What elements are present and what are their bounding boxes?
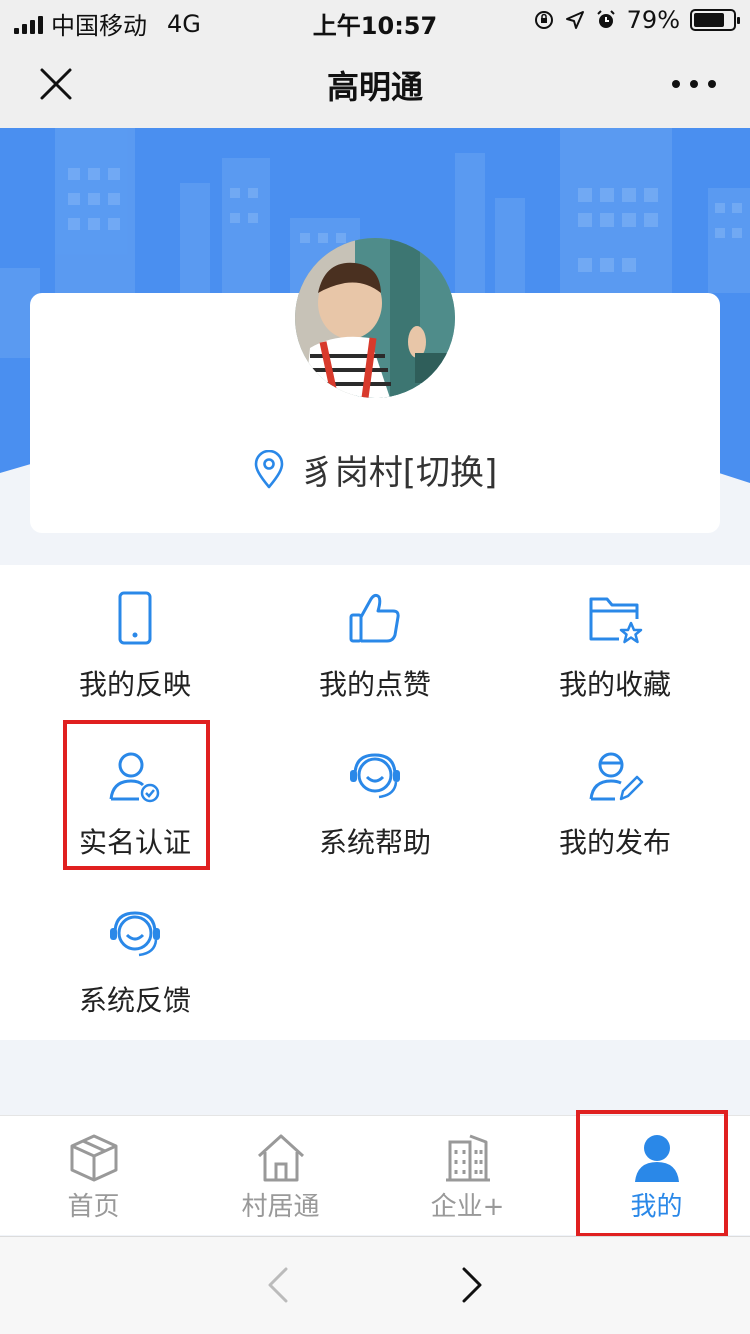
menu-item-label: 系统帮助	[318, 826, 431, 859]
menu-item-label: 我的反映	[78, 668, 191, 701]
forward-arrow-icon[interactable]	[458, 1265, 488, 1305]
battery-icon	[690, 9, 740, 31]
status-bar: 中国移动 4G 上午10:57 79%	[0, 0, 750, 40]
back-arrow-icon[interactable]	[262, 1265, 292, 1305]
menu-item-label: 我的发布	[558, 826, 671, 859]
building-icon	[445, 1134, 490, 1182]
thumbs-up-icon	[349, 593, 400, 643]
highlight-box-tab-mine	[576, 1110, 728, 1237]
avatar-photo	[295, 238, 455, 398]
location-name: 豸岗村[切换]	[300, 453, 498, 493]
menu-item-label: 系统反馈	[78, 984, 191, 1017]
location-arrow-icon	[565, 11, 584, 29]
menu-item-my-posts[interactable]: 我的发布	[495, 723, 735, 863]
battery-fill	[694, 13, 725, 27]
menu-item-my-reports[interactable]: 我的反映	[15, 565, 255, 705]
location-pin-icon	[254, 449, 284, 488]
folder-star-icon	[589, 597, 643, 644]
rotation-lock-icon	[534, 11, 553, 29]
tab-label: 企业+	[430, 1192, 505, 1222]
headset-icon	[350, 753, 400, 799]
user-edit-icon	[589, 752, 644, 801]
tab-enterprise[interactable]: 企业+	[374, 1116, 561, 1236]
menu-item-system-feedback[interactable]: 系统反馈	[15, 881, 255, 1021]
location-switcher[interactable]: 豸岗村[切换]	[0, 445, 750, 494]
menu-item-label: 我的收藏	[558, 668, 671, 701]
status-right: 79%	[533, 6, 740, 34]
highlight-box-real-name-auth	[63, 720, 210, 870]
tab-village[interactable]: 村居通	[187, 1116, 374, 1236]
page-title: 高明通	[326, 68, 423, 106]
browser-toolbar	[0, 1236, 750, 1334]
avatar[interactable]	[295, 238, 455, 398]
tab-home[interactable]: 首页	[0, 1116, 187, 1236]
menu-item-system-help[interactable]: 系统帮助	[255, 723, 495, 863]
battery-percent: 79%	[626, 6, 680, 34]
menu-item-my-likes[interactable]: 我的点赞	[255, 565, 495, 705]
tab-label: 村居通	[241, 1192, 320, 1222]
alarm-icon	[596, 10, 615, 28]
menu-item-my-favorites[interactable]: 我的收藏	[495, 565, 735, 705]
menu-item-label: 我的点赞	[318, 668, 431, 701]
tab-label: 首页	[67, 1192, 120, 1222]
phone-icon	[118, 591, 152, 645]
nav-bar: 高明通	[0, 40, 750, 128]
box-icon	[70, 1134, 117, 1182]
more-icon[interactable]	[672, 64, 716, 104]
house-icon	[257, 1134, 304, 1182]
headset-icon	[110, 911, 160, 957]
